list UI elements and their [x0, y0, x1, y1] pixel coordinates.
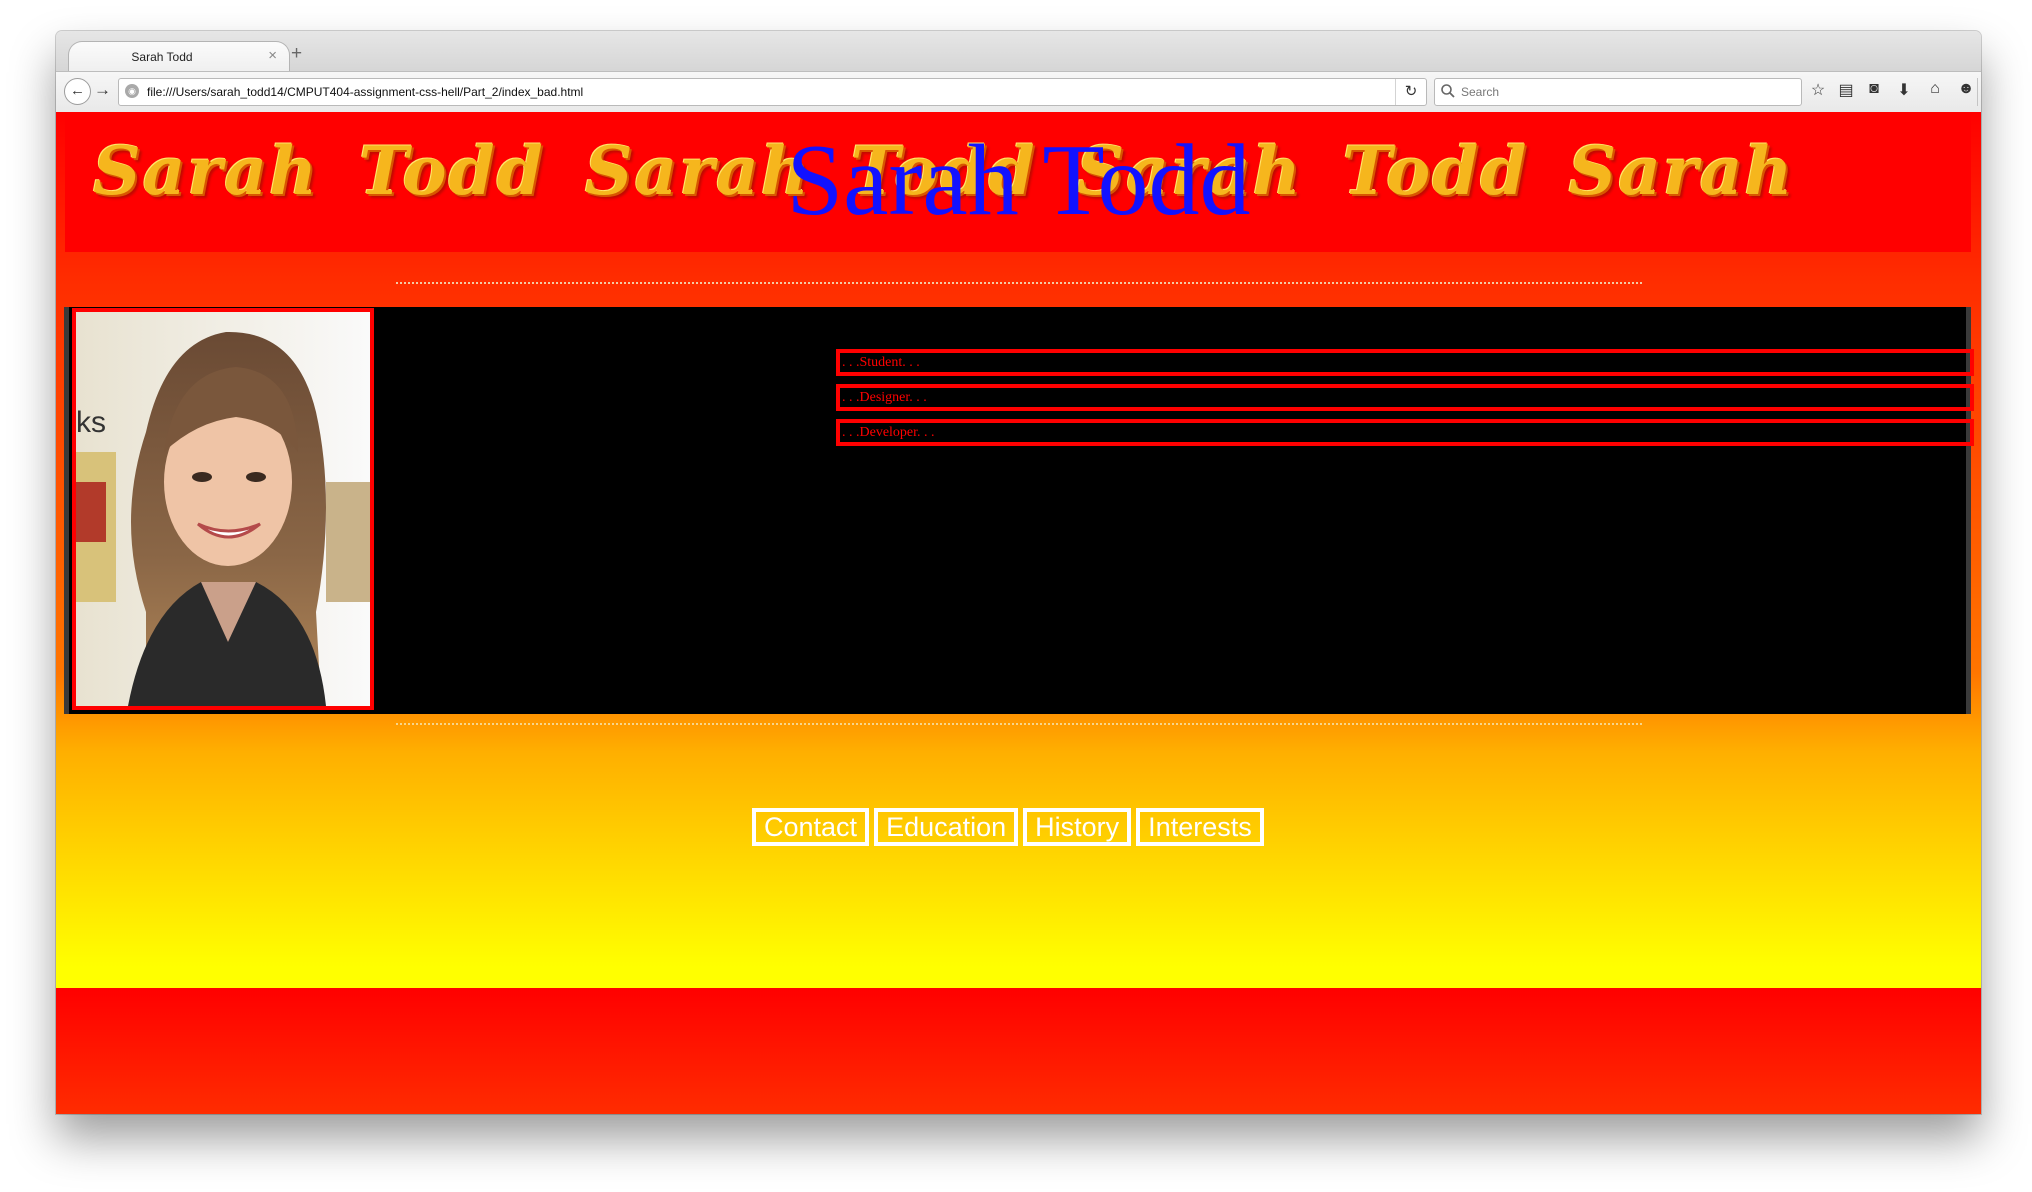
- reading-list-icon[interactable]: ▤: [1835, 80, 1857, 100]
- nav-link-contact[interactable]: Contact: [752, 808, 870, 846]
- url-bar[interactable]: ◉ file:///Users/sarah_todd14/CMPUT404-as…: [118, 78, 1427, 106]
- pocket-icon[interactable]: ◙: [1863, 80, 1885, 98]
- nav-link-interests[interactable]: Interests: [1136, 808, 1264, 846]
- back-icon[interactable]: ←: [64, 78, 91, 105]
- reload-icon[interactable]: ↻: [1395, 79, 1426, 105]
- search-bar[interactable]: Search: [1434, 78, 1802, 106]
- page-content: Sarah Todd Sarah Todd Sarah Todd Sarah Sarah T…: [56, 112, 1981, 1114]
- tab-strip: Sarah Todd × +: [56, 31, 1981, 72]
- tab-title: Sarah Todd: [131, 50, 193, 64]
- site-title: Sarah Todd: [786, 124, 1251, 237]
- download-icon[interactable]: ⬇: [1893, 80, 1915, 100]
- toolbar-separator: [1977, 78, 1978, 106]
- forward-icon[interactable]: →: [94, 80, 111, 100]
- dotted-divider-top: [396, 282, 1642, 284]
- nav-link-history[interactable]: History: [1023, 808, 1132, 846]
- profile-photo-image: ks: [76, 312, 370, 706]
- site-identity-icon[interactable]: ◉: [125, 84, 139, 98]
- footer: [56, 988, 1981, 1114]
- browser-tab[interactable]: Sarah Todd ×: [68, 41, 290, 72]
- chat-icon[interactable]: ☻: [1955, 80, 1977, 98]
- dotted-divider-bottom: [396, 723, 1642, 725]
- profile-photo: ks: [72, 308, 374, 710]
- role-developer: . . .Developer. . .: [836, 419, 1974, 446]
- navigation-toolbar: ← → ◉ file:///Users/sarah_todd14/CMPUT40…: [56, 71, 1981, 113]
- home-icon[interactable]: ⌂: [1924, 80, 1946, 98]
- role-student: . . .Student. . .: [836, 349, 1974, 376]
- search-placeholder: Search: [1461, 85, 1500, 99]
- url-text[interactable]: file:///Users/sarah_todd14/CMPUT404-assi…: [147, 85, 583, 99]
- tab-close-icon[interactable]: ×: [268, 47, 277, 64]
- new-tab-button[interactable]: +: [291, 43, 302, 65]
- main-content-box: ks . . .Student. . . . . .Designer. . . …: [64, 307, 1974, 714]
- nav-link-education[interactable]: Education: [874, 808, 1019, 846]
- main-navigation: Contact Education History Interests: [752, 808, 1269, 846]
- svg-text:ks: ks: [76, 406, 106, 439]
- bookmark-star-icon[interactable]: ☆: [1807, 80, 1829, 100]
- role-designer: . . .Designer. . .: [836, 384, 1974, 411]
- search-icon: [1441, 84, 1455, 98]
- browser-window: Sarah Todd × + ← → ◉ file:///Users/sarah…: [56, 31, 1981, 1114]
